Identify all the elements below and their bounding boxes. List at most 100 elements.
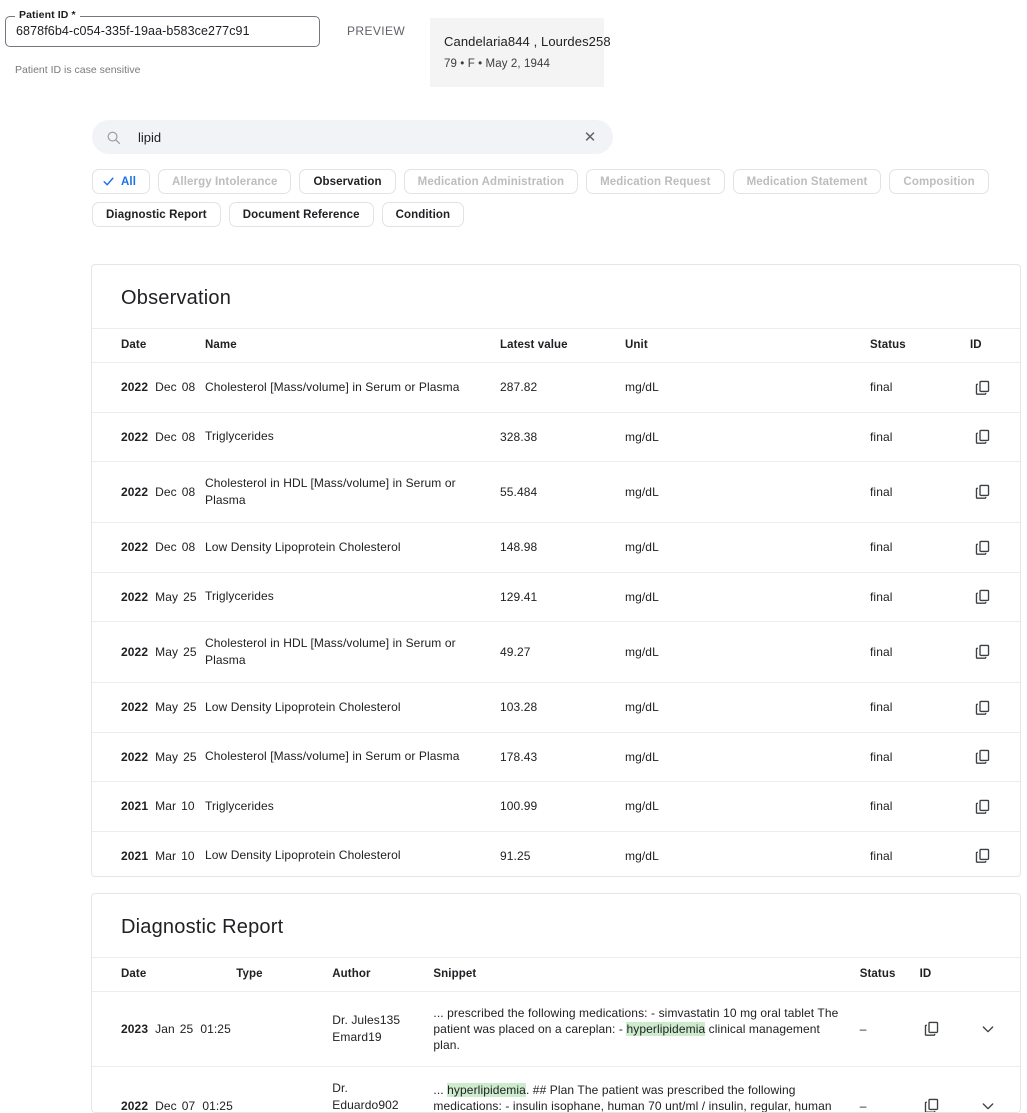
copy-id-button[interactable] — [970, 845, 994, 867]
observation-table: Date Name Latest value Unit Status ID 20… — [92, 328, 1021, 877]
column-header-unit: Unit — [617, 329, 862, 363]
copy-id-button[interactable] — [970, 536, 994, 558]
filter-chip-composition[interactable]: Composition — [889, 169, 988, 194]
copy-icon — [974, 847, 991, 864]
cell-unit: mg/dL — [617, 683, 862, 733]
cell-name: Cholesterol [Mass/volume] in Serum or Pl… — [197, 363, 492, 413]
table-row[interactable]: 2023Jan2501:25Dr. Jules135 Emard19... pr… — [92, 992, 1020, 1067]
expand-row-button[interactable] — [976, 1095, 1000, 1113]
column-header-date: Date — [92, 958, 228, 992]
column-header-name: Name — [197, 329, 492, 363]
cell-date: 2022May25 — [92, 732, 197, 782]
filter-chip-label: Allergy Intolerance — [172, 176, 277, 188]
cell-status: final — [862, 782, 962, 832]
snippet-highlight: hyperlipidemia — [447, 1083, 526, 1097]
cell-status: final — [862, 412, 962, 462]
date-day: 25 — [183, 645, 197, 659]
copy-id-button[interactable] — [920, 1018, 944, 1040]
cell-status: final — [862, 523, 962, 573]
filter-chip-diagnostic-report[interactable]: Diagnostic Report — [92, 202, 221, 227]
table-row[interactable]: 2022Dec08Low Density Lipoprotein Cholest… — [92, 523, 1021, 573]
resource-search-bar[interactable]: ✕ — [92, 120, 613, 154]
filter-chip-all[interactable]: All — [92, 169, 150, 194]
table-row[interactable]: 2022Dec0701:25Dr. Eduardo902 Villegas15.… — [92, 1067, 1020, 1113]
copy-id-button[interactable] — [970, 586, 994, 608]
copy-icon — [974, 643, 991, 660]
column-header-status: Status — [852, 958, 912, 992]
copy-icon — [974, 798, 991, 815]
date-year: 2022 — [121, 380, 148, 394]
cell-latest-value: 287.82 — [492, 363, 617, 413]
filter-chip-medication-statement[interactable]: Medication Statement — [733, 169, 882, 194]
cell-id — [962, 732, 1021, 782]
filter-chip-label: Diagnostic Report — [106, 209, 207, 221]
table-row[interactable]: 2022May25Cholesterol [Mass/volume] in Se… — [92, 732, 1021, 782]
copy-id-button[interactable] — [970, 481, 994, 503]
copy-id-button[interactable] — [970, 746, 994, 768]
filter-chip-observation[interactable]: Observation — [299, 169, 395, 194]
copy-icon — [974, 483, 991, 500]
filter-chip-medication-request[interactable]: Medication Request — [586, 169, 724, 194]
table-row[interactable]: 2022May25Triglycerides129.41mg/dLfinal — [92, 572, 1021, 622]
copy-icon — [974, 748, 991, 765]
date-day: 10 — [181, 799, 195, 813]
date-year: 2022 — [121, 540, 148, 554]
table-row[interactable]: 2022May25Cholesterol in HDL [Mass/volume… — [92, 622, 1021, 683]
table-row[interactable]: 2021Mar10Low Density Lipoprotein Cholest… — [92, 831, 1021, 877]
date-day: 25 — [183, 750, 197, 764]
cell-id — [962, 622, 1021, 683]
column-header-latest-value: Latest value — [492, 329, 617, 363]
filter-chip-medication-administration[interactable]: Medication Administration — [404, 169, 578, 194]
cell-unit: mg/dL — [617, 572, 862, 622]
copy-id-button[interactable] — [970, 696, 994, 718]
copy-id-button[interactable] — [970, 426, 994, 448]
cell-date: 2022Dec08 — [92, 363, 197, 413]
cell-latest-value: 55.484 — [492, 462, 617, 523]
date-year: 2021 — [121, 799, 148, 813]
patient-name: Candelaria844 , Lourdes258 — [444, 34, 590, 49]
copy-id-button[interactable] — [920, 1094, 944, 1113]
cell-status: final — [862, 572, 962, 622]
filter-chip-condition[interactable]: Condition — [382, 202, 465, 227]
expand-row-button[interactable] — [976, 1018, 1000, 1040]
cell-name: Cholesterol in HDL [Mass/volume] in Seru… — [197, 622, 492, 683]
copy-id-button[interactable] — [970, 795, 994, 817]
cell-unit: mg/dL — [617, 462, 862, 523]
filter-chip-label: Medication Administration — [418, 176, 564, 188]
cell-date: 2022May25 — [92, 683, 197, 733]
cell-id — [962, 782, 1021, 832]
table-row[interactable]: 2022Dec08Cholesterol [Mass/volume] in Se… — [92, 363, 1021, 413]
cell-date: 2022Dec0701:25 — [92, 1067, 228, 1113]
table-row[interactable]: 2022May25Low Density Lipoprotein Cholest… — [92, 683, 1021, 733]
column-header-id: ID — [962, 329, 1021, 363]
table-row[interactable]: 2021Mar10Triglycerides100.99mg/dLfinal — [92, 782, 1021, 832]
cell-name: Low Density Lipoprotein Cholesterol — [197, 831, 492, 877]
diagnostic-report-table: Date Type Author Snippet Status ID 2023J… — [92, 957, 1020, 1113]
cell-unit: mg/dL — [617, 732, 862, 782]
date-year: 2022 — [121, 750, 148, 764]
cell-id — [962, 683, 1021, 733]
cell-status: – — [852, 992, 912, 1067]
patient-id-input-outline[interactable]: Patient ID * 6878f6b4-c054-335f-19aa-b58… — [5, 16, 320, 47]
cell-expand — [968, 1067, 1020, 1113]
copy-id-button[interactable] — [970, 641, 994, 663]
filter-chip-document-reference[interactable]: Document Reference — [229, 202, 374, 227]
snippet-highlight: hyperlipidemia — [626, 1022, 705, 1036]
copy-id-button[interactable] — [970, 376, 994, 398]
date-month: Dec — [155, 540, 177, 554]
date-time: 01:25 — [202, 1099, 233, 1113]
cell-name: Cholesterol in HDL [Mass/volume] in Seru… — [197, 462, 492, 523]
date-month: May — [155, 700, 178, 714]
table-row[interactable]: 2022Dec08Cholesterol in HDL [Mass/volume… — [92, 462, 1021, 523]
clear-search-icon[interactable]: ✕ — [577, 124, 603, 150]
table-row[interactable]: 2022Dec08Triglycerides328.38mg/dLfinal — [92, 412, 1021, 462]
date-month: Dec — [155, 485, 177, 499]
chevron-down-icon — [980, 1021, 996, 1037]
date-day: 07 — [182, 1099, 196, 1113]
cell-latest-value: 129.41 — [492, 572, 617, 622]
filter-chip-allergy-intolerance[interactable]: Allergy Intolerance — [158, 169, 291, 194]
copy-icon — [974, 379, 991, 396]
observation-section: Observation Date Name Latest value Unit … — [91, 264, 1021, 877]
search-input[interactable] — [136, 129, 577, 146]
cell-unit: mg/dL — [617, 622, 862, 683]
